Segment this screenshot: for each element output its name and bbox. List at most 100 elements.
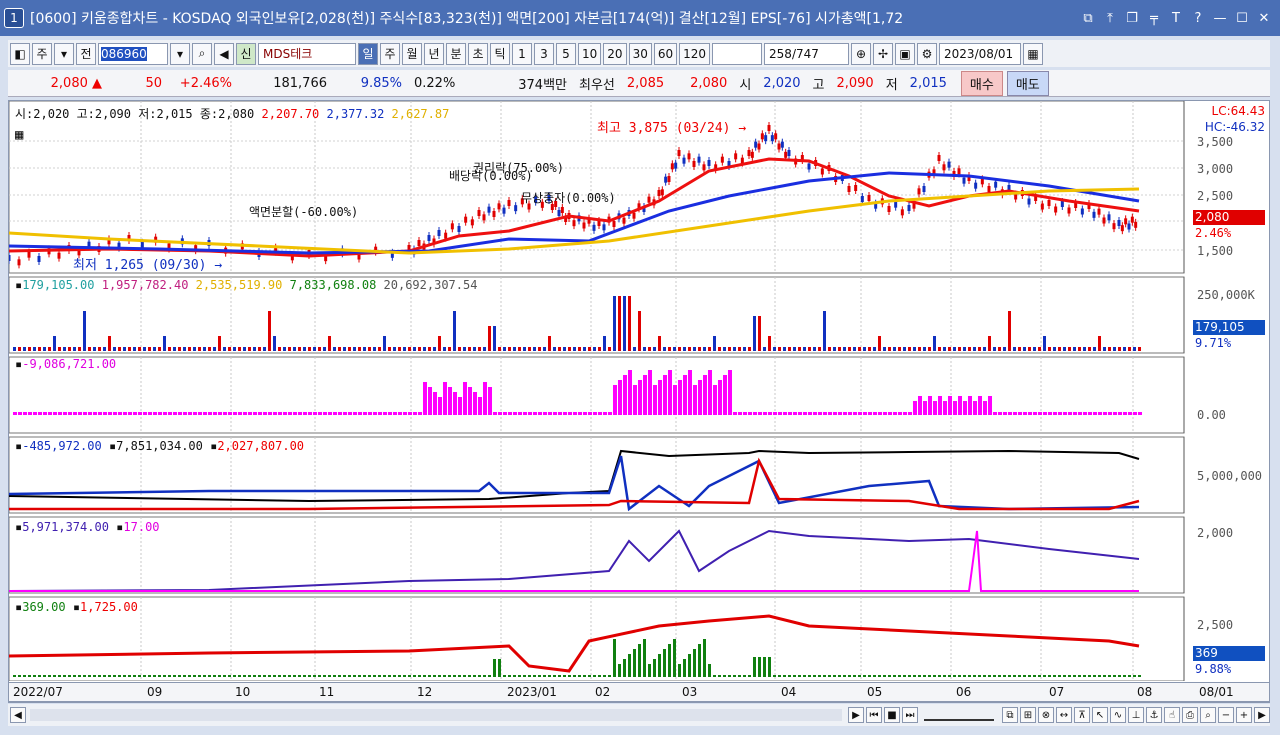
candle <box>470 219 474 226</box>
custom-period-input[interactable] <box>712 42 763 65</box>
p6-bar <box>448 675 451 677</box>
period-year[interactable]: 년 <box>424 42 444 65</box>
fit-icon[interactable]: ↔ <box>1056 707 1072 723</box>
volume-bar <box>853 347 856 351</box>
count-input[interactable]: 258/747 <box>764 42 850 65</box>
link-icon[interactable]: ⊗ <box>1038 707 1054 723</box>
candle <box>632 212 636 219</box>
period-month[interactable]: 월 <box>402 42 422 65</box>
candle <box>907 205 911 211</box>
volume-bar <box>298 347 301 351</box>
gear-icon[interactable]: ⚙ <box>917 42 938 65</box>
zoom-in-icon[interactable]: ⊕ <box>851 42 872 65</box>
prev-button[interactable]: 전 <box>76 42 96 65</box>
volume-bar <box>38 347 41 351</box>
pin-icon[interactable]: ⤒ <box>1100 8 1120 28</box>
play-icon[interactable]: ▶ <box>848 707 864 723</box>
histogram-bar <box>218 412 222 415</box>
histogram-bar <box>568 412 572 415</box>
sell-button[interactable]: 매도 <box>1006 70 1049 96</box>
histogram-bar <box>358 412 362 415</box>
volume: 181,766 <box>273 75 327 91</box>
scrollbar[interactable] <box>30 709 842 721</box>
print-icon[interactable]: ⎙ <box>1182 707 1198 723</box>
volume-bar <box>318 347 321 351</box>
num-120[interactable]: 120 <box>679 42 711 65</box>
histogram-bar <box>243 412 247 415</box>
minimize-icon[interactable]: — <box>1210 8 1230 28</box>
search-icon[interactable]: ⌕ <box>192 42 212 65</box>
num-30[interactable]: 30 <box>628 42 652 65</box>
volume-bar <box>273 336 276 351</box>
date-input[interactable]: 2023/08/01 <box>939 42 1022 65</box>
layout-icon[interactable]: ◧ <box>10 42 30 65</box>
buy-button[interactable]: 매수 <box>960 70 1003 96</box>
histogram-bar <box>203 412 207 415</box>
market-tag[interactable]: 신 <box>236 42 256 65</box>
candle <box>492 211 496 217</box>
period-day[interactable]: 일 <box>358 42 378 65</box>
font-icon[interactable]: T <box>1166 8 1186 28</box>
window-icon[interactable]: ⧉ <box>1002 707 1018 723</box>
num-60[interactable]: 60 <box>653 42 678 65</box>
type-select[interactable]: 주 <box>32 42 52 65</box>
bar-icon[interactable]: ⊥ <box>1128 707 1144 723</box>
anchor-icon[interactable]: ⚓ <box>1146 707 1162 723</box>
x-label: 08 <box>1137 685 1153 699</box>
stop-icon[interactable]: ■ <box>884 707 900 723</box>
candle <box>887 206 891 212</box>
zoom-plus-icon[interactable]: + <box>1236 707 1252 723</box>
grid-icon[interactable]: ▦ <box>15 127 23 143</box>
period-week[interactable]: 주 <box>380 42 400 65</box>
pointer-icon[interactable]: ↖ <box>1092 707 1108 723</box>
zoom-out-icon[interactable]: − <box>1218 707 1234 723</box>
volume-bar <box>518 347 521 351</box>
p6-bar <box>138 675 141 677</box>
speaker-icon[interactable]: ◀ <box>214 42 234 65</box>
magnify-icon[interactable]: ⌕ <box>1200 707 1216 723</box>
restore-icon[interactable]: ⧉ <box>1078 8 1098 28</box>
p6-bar <box>1063 675 1066 677</box>
crosshair-icon[interactable]: ✢ <box>873 42 894 65</box>
stick-icon[interactable]: ╤ <box>1144 8 1164 28</box>
p6-bar <box>388 675 391 677</box>
help-icon[interactable]: ? <box>1188 8 1208 28</box>
code-dropdown-icon[interactable]: ▾ <box>170 42 190 65</box>
num-3[interactable]: 3 <box>534 42 554 65</box>
wave-icon[interactable]: ∿ <box>1110 707 1126 723</box>
copy-window-icon[interactable]: ❐ <box>1122 8 1142 28</box>
chart-area[interactable]: 시:2,020 고:2,090 저:2,015 종:2,080 2,207.70… <box>8 100 1270 703</box>
num-1[interactable]: 1 <box>512 42 532 65</box>
volume-bar <box>993 347 996 351</box>
zoom-slider[interactable] <box>924 709 994 721</box>
chart-canvas[interactable] <box>9 101 1271 681</box>
dropdown-icon[interactable]: ▾ <box>54 42 74 65</box>
num-20[interactable]: 20 <box>603 42 627 65</box>
period-second[interactable]: 초 <box>468 42 488 65</box>
p6-bar <box>933 675 936 677</box>
save-icon[interactable]: ▣ <box>895 42 916 65</box>
period-minute[interactable]: 분 <box>446 42 466 65</box>
forward-icon[interactable]: ⏭ <box>902 707 918 723</box>
code-input[interactable]: 086960 <box>98 42 168 65</box>
hand-icon[interactable]: ☝ <box>1164 707 1180 723</box>
candle <box>987 186 991 192</box>
tool-icon[interactable]: ⊼ <box>1074 707 1090 723</box>
num-5[interactable]: 5 <box>556 42 576 65</box>
volume-bar <box>153 347 156 351</box>
period-tick[interactable]: 틱 <box>490 42 510 65</box>
close-icon[interactable]: ✕ <box>1254 8 1274 28</box>
rewind-icon[interactable]: ⏮ <box>866 707 882 723</box>
scroll-left-icon[interactable]: ◀ <box>10 707 26 723</box>
histogram-bar <box>538 412 542 415</box>
maximize-icon[interactable]: ☐ <box>1232 8 1252 28</box>
histogram-bar <box>198 412 202 415</box>
tile-icon[interactable]: ⊞ <box>1020 707 1036 723</box>
num-10[interactable]: 10 <box>578 42 602 65</box>
calendar-icon[interactable]: ▦ <box>1023 42 1044 65</box>
scroll-right-icon[interactable]: ▶ <box>1254 707 1270 723</box>
p6-bar <box>458 675 461 677</box>
p6-bar <box>633 649 636 677</box>
window-badge: 1 <box>4 8 24 28</box>
histogram-bar <box>598 412 602 415</box>
